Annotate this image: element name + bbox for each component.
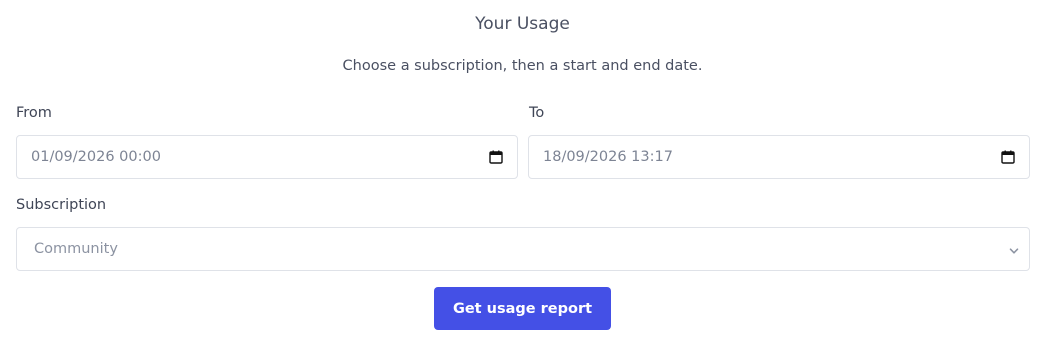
get-usage-report-button[interactable]: Get usage report <box>434 287 611 330</box>
from-date-value: 01/09/2026 00:00 <box>31 149 161 165</box>
from-date-input[interactable]: 01/09/2026 00:00 <box>16 135 518 179</box>
to-date-value: 18/09/2026 13:17 <box>543 149 673 165</box>
subscription-select[interactable]: Community <box>16 227 1030 271</box>
page-title: Your Usage <box>475 14 570 34</box>
to-date-input[interactable]: 18/09/2026 13:17 <box>528 135 1030 179</box>
calendar-icon[interactable] <box>1001 150 1015 164</box>
subscription-selected-value: Community <box>34 241 118 257</box>
chevron-down-icon <box>1009 244 1019 254</box>
page-subtitle: Choose a subscription, then a start and … <box>342 58 703 74</box>
subscription-label: Subscription <box>16 197 107 213</box>
from-label: From <box>16 105 52 121</box>
calendar-icon[interactable] <box>489 150 503 164</box>
to-label: To <box>529 105 545 121</box>
